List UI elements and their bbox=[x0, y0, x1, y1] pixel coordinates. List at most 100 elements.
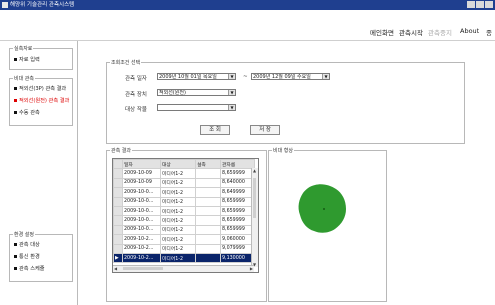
cell-date[interactable]: 2009-10-2... bbox=[122, 243, 161, 254]
chevron-down-icon[interactable]: ▼ bbox=[228, 90, 235, 95]
sidebar-item-infrared-3p[interactable]: 적외선(3P) 관측 결과 bbox=[14, 85, 66, 92]
cell-value[interactable]: 8,659999 bbox=[220, 168, 255, 179]
scroll-thumb[interactable] bbox=[123, 267, 163, 270]
chevron-down-icon[interactable]: ▼ bbox=[228, 105, 235, 110]
cell-value[interactable]: 8,659999 bbox=[220, 205, 255, 217]
cell-target[interactable]: 미디어1-2 bbox=[160, 168, 196, 179]
search-button[interactable]: 조 회 bbox=[200, 125, 230, 135]
row-header-cell[interactable] bbox=[113, 243, 123, 254]
cell-target[interactable]: 미디어1-2 bbox=[160, 215, 196, 226]
row-header-cell[interactable]: ▶ bbox=[113, 252, 123, 264]
cell-date[interactable]: 2009-10-0... bbox=[122, 196, 161, 207]
cell-target[interactable]: 미디어1-2 bbox=[160, 252, 196, 264]
scroll-left-icon[interactable]: ◀ bbox=[114, 266, 117, 271]
sidebar-item-schedule[interactable]: 관측 스케줄 bbox=[14, 265, 45, 272]
cell-value[interactable]: 9,060000 bbox=[220, 234, 255, 245]
cell-value[interactable]: 8,659999 bbox=[220, 224, 255, 236]
cell-actual[interactable] bbox=[195, 177, 221, 189]
table-row[interactable]: 2009-10-0... 미디어1-2 8,649999 bbox=[113, 187, 255, 198]
table-row[interactable]: 2009-10-0... 미디어1-2 8,659999 bbox=[113, 196, 255, 207]
cell-date[interactable]: 2009-10-09 bbox=[122, 168, 161, 179]
menu-stop-observation[interactable]: 관측중지 bbox=[428, 27, 452, 37]
minimize-icon[interactable] bbox=[467, 1, 475, 8]
row-header-cell[interactable] bbox=[113, 187, 123, 198]
cell-value[interactable]: 9,079999 bbox=[220, 243, 255, 254]
menu-exit[interactable]: 종 bbox=[486, 27, 492, 37]
close-icon[interactable] bbox=[485, 1, 493, 8]
cell-value[interactable]: 9,130000 bbox=[220, 252, 255, 264]
table-row[interactable]: 2009-10-2... 미디어1-2 9,060000 bbox=[113, 234, 255, 245]
cell-date[interactable]: 2009-10-2... bbox=[122, 234, 161, 245]
cell-actual[interactable] bbox=[195, 205, 221, 217]
scroll-thumb[interactable] bbox=[253, 178, 256, 218]
cell-actual[interactable] bbox=[195, 234, 221, 245]
cell-actual[interactable] bbox=[195, 168, 221, 179]
cell-target[interactable]: 미디어1-2 bbox=[160, 205, 196, 217]
table-row[interactable]: 2009-10-09 미디어1-2 8,640000 bbox=[113, 177, 255, 189]
cell-target[interactable]: 미디어1-2 bbox=[160, 243, 196, 254]
table-row[interactable]: 2009-10-09 미디어1-2 8,659999 bbox=[113, 168, 255, 179]
sidebar-group-settings: 환경 설정 관측 대상 통신 환경 관측 스케줄 bbox=[9, 231, 73, 282]
results-grid[interactable]: 일자 대상 설측 관자름 2009-10-09 미디어1-2 8,659999 200… bbox=[112, 158, 259, 273]
scroll-right-icon[interactable]: ▶ bbox=[250, 266, 253, 271]
sidebar-item-targets[interactable]: 관측 대상 bbox=[14, 241, 40, 248]
cell-actual[interactable] bbox=[195, 215, 221, 226]
menu-main[interactable]: 메인화면 bbox=[370, 27, 394, 37]
date-to-picker[interactable]: 2009년 12월 09일 수요일 ▼ bbox=[251, 73, 330, 80]
chevron-down-icon[interactable]: ▼ bbox=[228, 74, 235, 79]
cell-actual[interactable] bbox=[195, 243, 221, 254]
table-row[interactable]: 2009-10-0... 미디어1-2 8,659999 bbox=[113, 205, 255, 217]
date-from-picker[interactable]: 2009년 10월 01일 목요일 ▼ bbox=[157, 73, 236, 80]
cell-date[interactable]: 2009-10-0... bbox=[122, 224, 161, 236]
sidebar-item-network[interactable]: 통신 환경 bbox=[14, 253, 40, 260]
cell-value[interactable]: 8,659999 bbox=[220, 196, 255, 207]
row-header-cell[interactable] bbox=[113, 177, 123, 189]
cell-actual[interactable] bbox=[195, 187, 221, 198]
row-header-cell[interactable] bbox=[113, 224, 123, 236]
horizontal-scrollbar[interactable]: ◀ ▶ bbox=[113, 265, 254, 272]
device-select[interactable]: 적외선(원전) ▼ bbox=[157, 89, 236, 96]
shape-canvas bbox=[298, 184, 346, 233]
cell-date[interactable]: 2009-10-0... bbox=[122, 205, 161, 217]
cell-actual[interactable] bbox=[195, 224, 221, 236]
cell-date[interactable]: 2009-10-09 bbox=[122, 177, 161, 189]
row-header-cell[interactable] bbox=[113, 205, 123, 217]
cell-date[interactable]: 2009-10-2... bbox=[122, 252, 161, 264]
row-header-cell[interactable] bbox=[113, 215, 123, 226]
cell-value[interactable]: 8,659999 bbox=[220, 215, 255, 226]
cell-target[interactable]: 미디어1-2 bbox=[160, 187, 196, 198]
column-header-value[interactable]: 관자름 bbox=[220, 159, 255, 170]
cell-actual[interactable] bbox=[195, 252, 221, 264]
sidebar-item-data-input[interactable]: 자료 입력 bbox=[14, 56, 40, 63]
cell-target[interactable]: 미디어1-2 bbox=[160, 234, 196, 245]
vertical-scrollbar[interactable]: ▲ ▼ bbox=[251, 168, 258, 267]
cell-date[interactable]: 2009-10-0... bbox=[122, 215, 161, 226]
column-header-target[interactable]: 대상 bbox=[160, 159, 196, 170]
cell-value[interactable]: 8,640000 bbox=[220, 177, 255, 189]
menu-start-observation[interactable]: 관측시작 bbox=[399, 27, 423, 37]
cell-date[interactable]: 2009-10-0... bbox=[122, 187, 161, 198]
cell-target[interactable]: 미디어1-2 bbox=[160, 224, 196, 236]
row-header-cell[interactable] bbox=[113, 234, 123, 245]
table-row[interactable]: ▶ 2009-10-2... 미디어1-2 9,130000 bbox=[113, 252, 255, 264]
table-row[interactable]: 2009-10-2... 미디어1-2 9,079999 bbox=[113, 243, 255, 254]
chevron-down-icon[interactable]: ▼ bbox=[322, 74, 329, 79]
menu-about[interactable]: About bbox=[460, 27, 479, 35]
target-select[interactable]: ▼ bbox=[157, 104, 236, 111]
row-header-cell[interactable] bbox=[113, 168, 123, 179]
table-row[interactable]: 2009-10-0... 미디어1-2 8,659999 bbox=[113, 224, 255, 236]
maximize-icon[interactable] bbox=[476, 1, 484, 8]
table-row[interactable]: 2009-10-0... 미디어1-2 8,659999 bbox=[113, 215, 255, 226]
cell-target[interactable]: 미디어1-2 bbox=[160, 177, 196, 189]
row-header-cell[interactable] bbox=[113, 196, 123, 207]
cell-value[interactable]: 8,649999 bbox=[220, 187, 255, 198]
save-button[interactable]: 저 장 bbox=[250, 125, 280, 135]
column-header-date[interactable]: 일자 bbox=[122, 159, 161, 170]
sidebar-item-infrared-nuclear[interactable]: 적외선(원전) 관측 결과 bbox=[14, 97, 69, 104]
sidebar-item-manual[interactable]: 수동 관측 bbox=[14, 109, 40, 116]
cell-actual[interactable] bbox=[195, 196, 221, 207]
column-header-actual[interactable]: 설측 bbox=[195, 159, 221, 170]
scroll-up-icon[interactable]: ▲ bbox=[253, 168, 256, 173]
window-title: 해양위 기술관리 관측시스템 bbox=[10, 2, 75, 8]
cell-target[interactable]: 미디어1-2 bbox=[160, 196, 196, 207]
